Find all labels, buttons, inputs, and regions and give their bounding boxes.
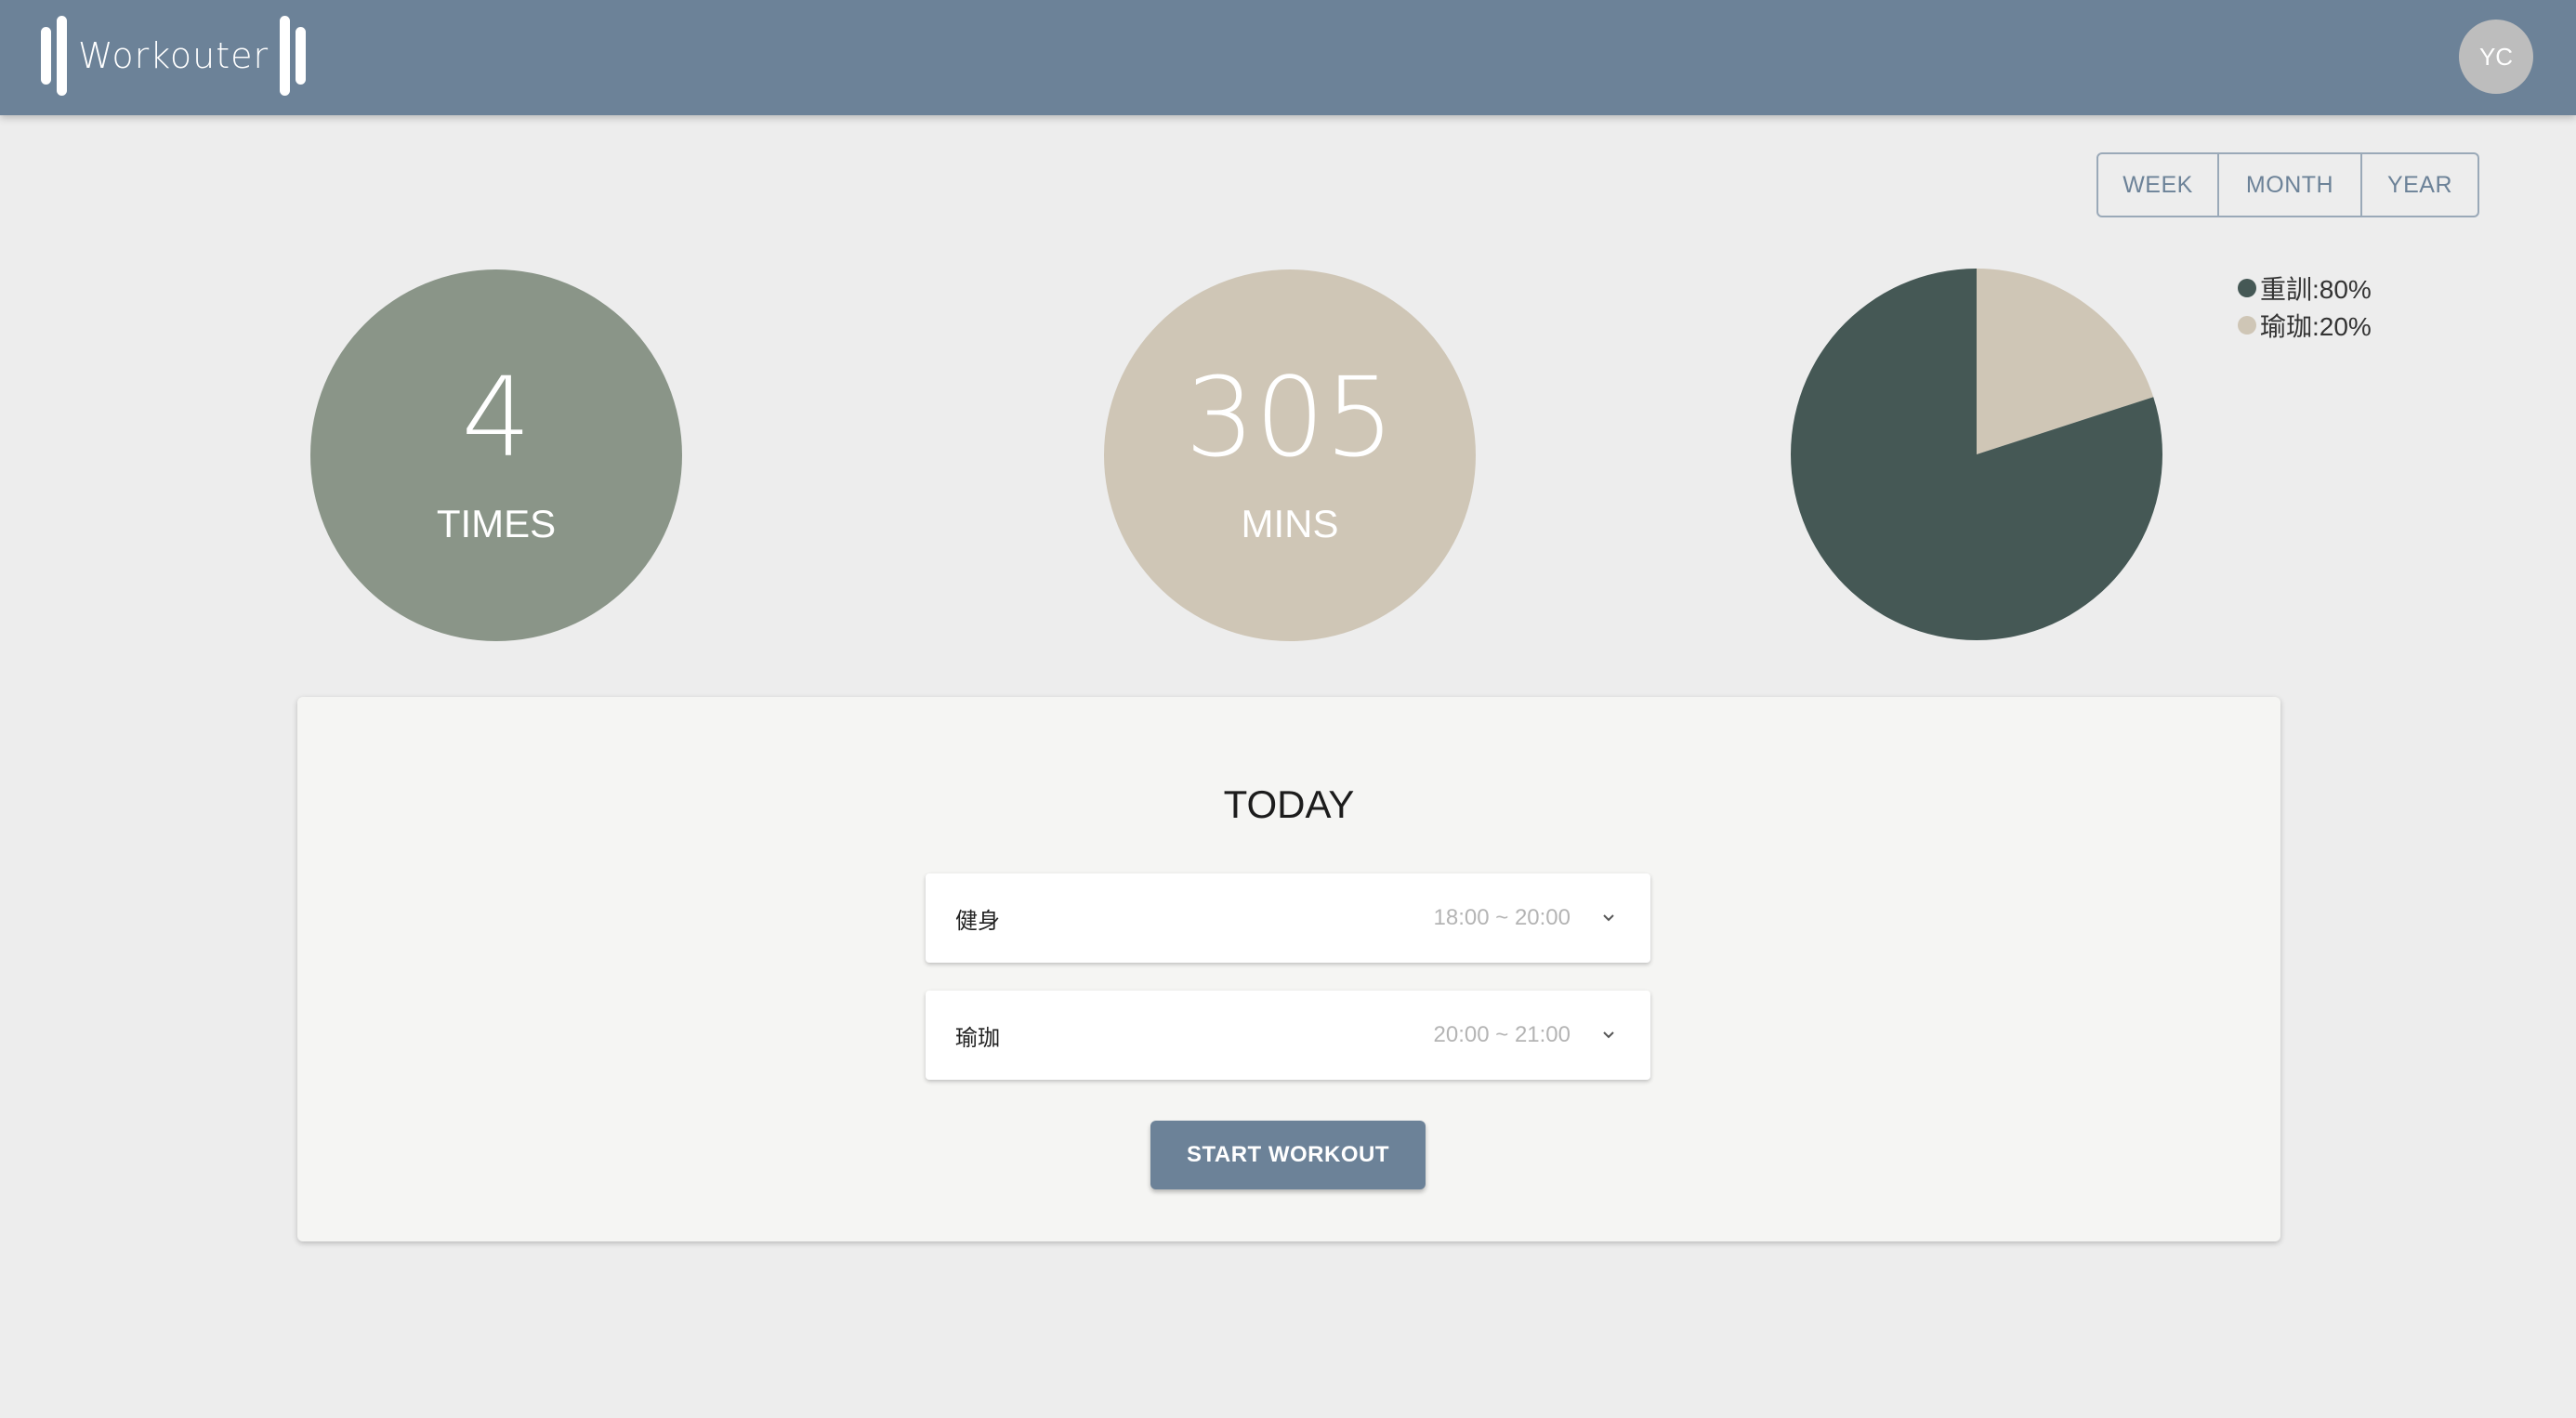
period-month-button[interactable]: MONTH	[2219, 154, 2362, 216]
legend-dot-icon	[2238, 316, 2256, 335]
chevron-down-icon[interactable]	[1600, 1027, 1617, 1044]
today-title: TODAY	[1223, 782, 1355, 826]
times-label: TIMES	[436, 502, 557, 545]
period-week-button[interactable]: WEEK	[2098, 154, 2219, 216]
legend-item: 重訓:80%	[2238, 269, 2372, 307]
minutes-stat-circle: 305 MINS	[1104, 269, 1476, 641]
logo-right-bars-icon	[280, 15, 307, 97]
workout-type-pie-chart	[1790, 268, 2163, 641]
minutes-label: MINS	[1241, 502, 1339, 545]
minutes-value: 305	[1185, 353, 1395, 481]
pie-chart-svg	[1791, 269, 2162, 640]
times-value: 4	[461, 353, 532, 481]
workout-name: 健身	[955, 907, 1000, 934]
legend-dot-icon	[2238, 279, 2256, 297]
workout-time: 20:00 ~ 21:00	[1433, 1022, 1571, 1047]
times-stat-circle: 4 TIMES	[310, 269, 682, 641]
legend-label: 重訓:80%	[2260, 275, 2372, 304]
workout-accordion-item[interactable]: 瑜珈 20:00 ~ 21:00	[926, 991, 1650, 1080]
today-card: TODAY 健身 18:00 ~ 20:00 瑜珈 20:00 ~ 21:00 …	[297, 697, 2280, 1241]
brand-logo[interactable]: Workouter	[41, 15, 307, 97]
start-workout-button[interactable]: START WORKOUT	[1150, 1121, 1426, 1189]
pie-legend: 重訓:80% 瑜珈:20%	[2238, 269, 2372, 344]
legend-item: 瑜珈:20%	[2238, 307, 2372, 344]
workout-time: 18:00 ~ 20:00	[1433, 905, 1571, 930]
workout-name: 瑜珈	[955, 1024, 1000, 1051]
legend-label: 瑜珈:20%	[2260, 312, 2372, 341]
brand-name: Workouter	[78, 35, 269, 76]
chevron-down-icon[interactable]	[1600, 910, 1617, 926]
user-avatar[interactable]: YC	[2459, 20, 2533, 94]
logo-left-bars-icon	[41, 15, 67, 97]
workout-accordion-item[interactable]: 健身 18:00 ~ 20:00	[926, 873, 1650, 963]
period-year-button[interactable]: YEAR	[2362, 154, 2477, 216]
app-bar: Workouter YC	[0, 0, 2576, 115]
period-toggle-group: WEEK MONTH YEAR	[2096, 152, 2479, 217]
